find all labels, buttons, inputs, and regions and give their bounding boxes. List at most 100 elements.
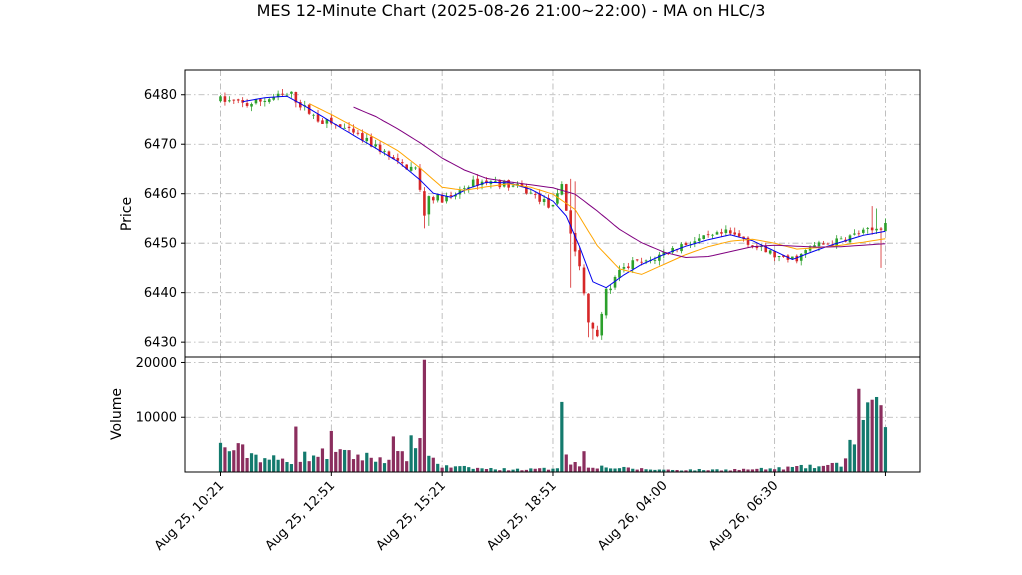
candle-body [431, 197, 435, 201]
candle-body [365, 137, 369, 142]
volume-bar [586, 467, 591, 472]
candle-body [728, 230, 732, 234]
volume-bar [476, 467, 480, 472]
volume-bar [560, 401, 564, 472]
candle-body [400, 162, 404, 164]
volume-bar [307, 461, 311, 472]
candle-body [609, 288, 612, 291]
volume-tick-label: 20000 [136, 356, 177, 371]
candle-body [219, 96, 222, 102]
volume-bar [356, 454, 360, 472]
candle-body [697, 238, 701, 241]
candle-body [870, 227, 874, 231]
volume-bar [467, 467, 471, 472]
x-tick-label: Aug 26, 06:30 [706, 478, 782, 554]
volume-bar [254, 454, 258, 472]
candle-body [259, 99, 262, 102]
candle-body [374, 144, 377, 147]
volume-bar [329, 430, 333, 472]
volume-bar [799, 464, 803, 472]
volume-bar [458, 466, 462, 472]
volume-bar [843, 458, 848, 472]
candle-body [564, 184, 568, 211]
volume-bar [227, 451, 231, 472]
candle-body [715, 232, 719, 235]
volume-bar [462, 465, 466, 472]
volume-bar [440, 467, 444, 472]
candle-body [533, 194, 537, 195]
chart-figure: MES 12-Minute Chart (2025-08-26 21:00~22… [109, 1, 921, 554]
price-tick-label: 6430 [144, 336, 177, 351]
candle-body [569, 210, 573, 234]
candle-body [596, 329, 599, 337]
candle-body [267, 99, 271, 102]
volume-bar [866, 402, 870, 472]
volume-bar [311, 455, 316, 472]
candle-body [706, 234, 710, 236]
candle-body [861, 229, 865, 233]
candle-body [866, 228, 870, 229]
candle-body [542, 199, 546, 203]
candle-body [228, 100, 231, 102]
volume-bar [343, 449, 347, 472]
volume-bar [444, 465, 449, 472]
price-tick-label: 6450 [144, 237, 177, 252]
volume-bar [609, 468, 613, 472]
candle-body [724, 229, 728, 234]
candle-body [839, 238, 843, 240]
price-tick-label: 6480 [144, 88, 177, 103]
volume-bar [431, 457, 435, 472]
volume-bar [258, 462, 262, 472]
volume-bar [280, 458, 285, 472]
volume-bar [369, 457, 373, 472]
candle-body [627, 266, 630, 268]
volume-bar [874, 396, 879, 472]
volume-bar [489, 468, 493, 472]
volume-bar [759, 467, 763, 472]
volume-bar [595, 468, 599, 472]
chart-title: MES 12-Minute Chart (2025-08-26 21:00~22… [257, 1, 766, 20]
candle-body [702, 235, 705, 239]
price-tick-label: 6470 [144, 138, 177, 153]
volume-bar [236, 443, 240, 472]
volume-bar [298, 461, 302, 472]
volume-bar [573, 462, 577, 472]
candle-body [316, 114, 320, 122]
volume-bar [365, 452, 369, 472]
candle-body [463, 188, 466, 189]
candle-body [529, 192, 533, 194]
candle-body [853, 233, 856, 235]
volume-bar [276, 459, 280, 472]
candle-body [817, 242, 821, 247]
volume-bar [857, 388, 861, 472]
volume-bar [538, 468, 542, 472]
volume-bar [604, 467, 608, 472]
volume-bar [786, 466, 790, 472]
volume-bar [351, 459, 356, 472]
candle-body [582, 267, 586, 294]
volume-bar [790, 466, 794, 472]
volume-bar [795, 466, 799, 472]
volume-bar [830, 462, 834, 472]
candle-body [356, 132, 360, 134]
candle-body [640, 261, 643, 263]
candle-body [427, 196, 431, 215]
candle-body [600, 313, 604, 336]
volume-bar [409, 435, 413, 472]
volume-bar [325, 459, 329, 472]
candle-body [343, 127, 346, 129]
volume-bar [613, 468, 617, 472]
volume-bar [852, 444, 857, 472]
candle-body [250, 103, 253, 107]
volume-bar [577, 466, 582, 472]
volume-bar [804, 468, 808, 472]
volume-bar [320, 448, 325, 472]
volume-tick-label: 10000 [136, 411, 177, 426]
volume-bar [263, 458, 267, 472]
candle-body [551, 204, 555, 207]
candle-body [591, 322, 595, 329]
volume-bar [303, 451, 307, 472]
candle-body [658, 254, 661, 261]
volume-bar [626, 467, 630, 472]
volume-bar [768, 468, 772, 472]
